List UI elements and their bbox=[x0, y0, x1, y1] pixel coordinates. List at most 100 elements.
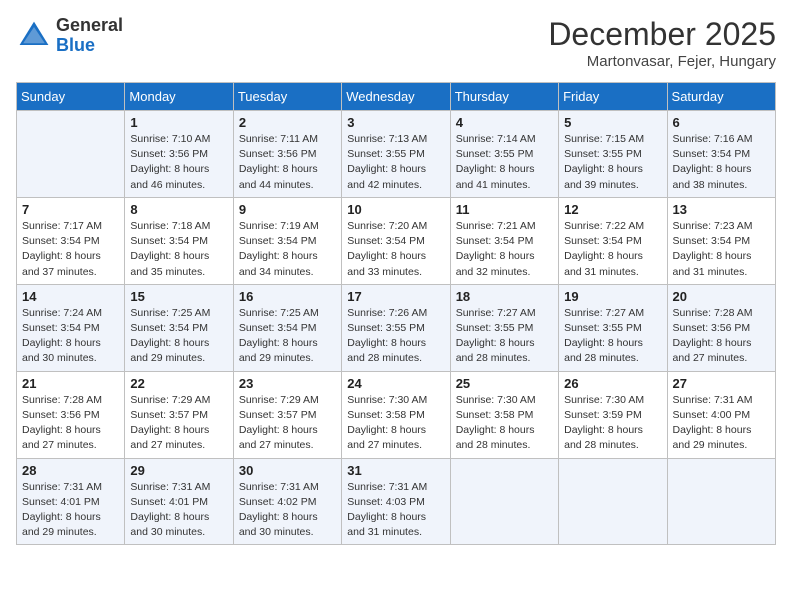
weekday-header-wednesday: Wednesday bbox=[342, 83, 450, 111]
day-detail: Sunrise: 7:30 AMSunset: 3:58 PMDaylight:… bbox=[456, 393, 553, 454]
calendar-cell: 18Sunrise: 7:27 AMSunset: 3:55 PMDayligh… bbox=[450, 284, 558, 371]
day-number: 29 bbox=[130, 463, 227, 478]
calendar-cell: 27 Sunrise: 7:31 AMSunset: 4:00 PMDayligh… bbox=[667, 371, 775, 458]
day-number: 1 bbox=[130, 115, 227, 130]
calendar-cell: 1 Sunrise: 7:10 AMSunset: 3:56 PMDaylight… bbox=[125, 111, 233, 198]
day-detail: Sunrise: 7:28 AMSunset: 3:56 PMDaylight:… bbox=[673, 306, 770, 367]
calendar-cell: 3 Sunrise: 7:13 AMSunset: 3:55 PMDaylight… bbox=[342, 111, 450, 198]
day-detail: Sunrise: 7:29 AMSunset: 3:57 PMDaylight:… bbox=[239, 393, 336, 454]
month-title: December 2025 bbox=[548, 16, 776, 53]
weekday-header-monday: Monday bbox=[125, 83, 233, 111]
calendar-table: SundayMondayTuesdayWednesdayThursdayFrid… bbox=[16, 82, 776, 545]
day-number: 14 bbox=[22, 289, 119, 304]
calendar-cell: 15 Sunrise: 7:25 AMSunset: 3:54 PMDayligh… bbox=[125, 284, 233, 371]
week-row-2: 7Sunrise: 7:17 AMSunset: 3:54 PMDaylight… bbox=[17, 197, 776, 284]
day-number: 30 bbox=[239, 463, 336, 478]
day-number: 7 bbox=[22, 202, 119, 217]
calendar-cell: 8 Sunrise: 7:18 AMSunset: 3:54 PMDaylight… bbox=[125, 197, 233, 284]
calendar-cell: 25 Sunrise: 7:30 AMSunset: 3:58 PMDayligh… bbox=[450, 371, 558, 458]
weekday-header-tuesday: Tuesday bbox=[233, 83, 341, 111]
day-number: 17 bbox=[347, 289, 444, 304]
weekday-header-thursday: Thursday bbox=[450, 83, 558, 111]
location-title: Martonvasar, Fejer, Hungary bbox=[548, 53, 776, 70]
calendar-cell: 16Sunrise: 7:25 AMSunset: 3:54 PMDayligh… bbox=[233, 284, 341, 371]
calendar-cell: 23 Sunrise: 7:29 AMSunset: 3:57 PMDayligh… bbox=[233, 371, 341, 458]
calendar-cell: 14 Sunrise: 7:24 AMSunset: 3:54 PMDayligh… bbox=[17, 284, 125, 371]
day-number: 21 bbox=[22, 376, 119, 391]
day-detail: Sunrise: 7:25 AMSunset: 3:54 PMDaylight:… bbox=[130, 306, 227, 367]
day-number: 12 bbox=[564, 202, 661, 217]
day-detail: Sunrise: 7:14 AMSunset: 3:55 PMDaylight:… bbox=[456, 132, 553, 193]
calendar-cell: 9 Sunrise: 7:19 AMSunset: 3:54 PMDaylight… bbox=[233, 197, 341, 284]
logo: General Blue bbox=[16, 16, 123, 56]
calendar-cell: 21Sunrise: 7:28 AMSunset: 3:56 PMDayligh… bbox=[17, 371, 125, 458]
calendar-cell: 10Sunrise: 7:20 AMSunset: 3:54 PMDayligh… bbox=[342, 197, 450, 284]
week-row-1: 1 Sunrise: 7:10 AMSunset: 3:56 PMDaylight… bbox=[17, 111, 776, 198]
day-number: 9 bbox=[239, 202, 336, 217]
calendar-cell: 22Sunrise: 7:29 AMSunset: 3:57 PMDayligh… bbox=[125, 371, 233, 458]
day-number: 16 bbox=[239, 289, 336, 304]
calendar-cell: 29 Sunrise: 7:31 AMSunset: 4:01 PMDayligh… bbox=[125, 458, 233, 545]
day-detail: Sunrise: 7:30 AMSunset: 3:59 PMDaylight:… bbox=[564, 393, 661, 454]
day-number: 8 bbox=[130, 202, 227, 217]
day-detail: Sunrise: 7:19 AMSunset: 3:54 PMDaylight:… bbox=[239, 219, 336, 280]
day-number: 27 bbox=[673, 376, 770, 391]
calendar-cell: 17 Sunrise: 7:26 AMSunset: 3:55 PMDayligh… bbox=[342, 284, 450, 371]
day-detail: Sunrise: 7:23 AMSunset: 3:54 PMDaylight:… bbox=[673, 219, 770, 280]
day-detail: Sunrise: 7:31 AMSunset: 4:01 PMDaylight:… bbox=[130, 480, 227, 541]
calendar-cell: 12 Sunrise: 7:22 AMSunset: 3:54 PMDayligh… bbox=[559, 197, 667, 284]
calendar-cell bbox=[667, 458, 775, 545]
day-detail: Sunrise: 7:30 AMSunset: 3:58 PMDaylight:… bbox=[347, 393, 444, 454]
day-number: 4 bbox=[456, 115, 553, 130]
calendar-cell bbox=[559, 458, 667, 545]
weekday-header-friday: Friday bbox=[559, 83, 667, 111]
title-area: December 2025 Martonvasar, Fejer, Hungar… bbox=[548, 16, 776, 70]
weekday-header-saturday: Saturday bbox=[667, 83, 775, 111]
calendar-cell: 19Sunrise: 7:27 AMSunset: 3:55 PMDayligh… bbox=[559, 284, 667, 371]
header: General Blue December 2025 Martonvasar, … bbox=[16, 16, 776, 70]
day-number: 22 bbox=[130, 376, 227, 391]
day-detail: Sunrise: 7:27 AMSunset: 3:55 PMDaylight:… bbox=[456, 306, 553, 367]
day-number: 6 bbox=[673, 115, 770, 130]
day-number: 3 bbox=[347, 115, 444, 130]
day-number: 25 bbox=[456, 376, 553, 391]
day-detail: Sunrise: 7:10 AMSunset: 3:56 PMDaylight:… bbox=[130, 132, 227, 193]
calendar-cell: 2Sunrise: 7:11 AMSunset: 3:56 PMDaylight… bbox=[233, 111, 341, 198]
day-number: 10 bbox=[347, 202, 444, 217]
calendar-cell: 6 Sunrise: 7:16 AMSunset: 3:54 PMDaylight… bbox=[667, 111, 775, 198]
day-number: 13 bbox=[673, 202, 770, 217]
day-number: 31 bbox=[347, 463, 444, 478]
day-detail: Sunrise: 7:24 AMSunset: 3:54 PMDaylight:… bbox=[22, 306, 119, 367]
weekday-header-sunday: Sunday bbox=[17, 83, 125, 111]
calendar-cell: 13 Sunrise: 7:23 AMSunset: 3:54 PMDayligh… bbox=[667, 197, 775, 284]
day-number: 11 bbox=[456, 202, 553, 217]
calendar-cell: 28 Sunrise: 7:31 AMSunset: 4:01 PMDayligh… bbox=[17, 458, 125, 545]
day-detail: Sunrise: 7:13 AMSunset: 3:55 PMDaylight:… bbox=[347, 132, 444, 193]
day-number: 24 bbox=[347, 376, 444, 391]
week-row-4: 21Sunrise: 7:28 AMSunset: 3:56 PMDayligh… bbox=[17, 371, 776, 458]
day-detail: Sunrise: 7:31 AMSunset: 4:03 PMDaylight:… bbox=[347, 480, 444, 541]
calendar-cell: 5Sunrise: 7:15 AMSunset: 3:55 PMDaylight… bbox=[559, 111, 667, 198]
calendar-cell: 7Sunrise: 7:17 AMSunset: 3:54 PMDaylight… bbox=[17, 197, 125, 284]
calendar-cell: 30Sunrise: 7:31 AMSunset: 4:02 PMDayligh… bbox=[233, 458, 341, 545]
day-number: 28 bbox=[22, 463, 119, 478]
day-detail: Sunrise: 7:16 AMSunset: 3:54 PMDaylight:… bbox=[673, 132, 770, 193]
day-detail: Sunrise: 7:31 AMSunset: 4:00 PMDaylight:… bbox=[673, 393, 770, 454]
day-number: 19 bbox=[564, 289, 661, 304]
day-number: 15 bbox=[130, 289, 227, 304]
day-detail: Sunrise: 7:22 AMSunset: 3:54 PMDaylight:… bbox=[564, 219, 661, 280]
week-row-5: 28 Sunrise: 7:31 AMSunset: 4:01 PMDayligh… bbox=[17, 458, 776, 545]
calendar-cell: 4 Sunrise: 7:14 AMSunset: 3:55 PMDaylight… bbox=[450, 111, 558, 198]
day-number: 23 bbox=[239, 376, 336, 391]
day-detail: Sunrise: 7:26 AMSunset: 3:55 PMDaylight:… bbox=[347, 306, 444, 367]
calendar-cell: 26 Sunrise: 7:30 AMSunset: 3:59 PMDayligh… bbox=[559, 371, 667, 458]
calendar-cell bbox=[450, 458, 558, 545]
logo-text: General Blue bbox=[56, 16, 123, 56]
day-detail: Sunrise: 7:31 AMSunset: 4:01 PMDaylight:… bbox=[22, 480, 119, 541]
day-detail: Sunrise: 7:11 AMSunset: 3:56 PMDaylight:… bbox=[239, 132, 336, 193]
day-number: 20 bbox=[673, 289, 770, 304]
calendar-cell: 20 Sunrise: 7:28 AMSunset: 3:56 PMDayligh… bbox=[667, 284, 775, 371]
day-detail: Sunrise: 7:15 AMSunset: 3:55 PMDaylight:… bbox=[564, 132, 661, 193]
day-detail: Sunrise: 7:18 AMSunset: 3:54 PMDaylight:… bbox=[130, 219, 227, 280]
day-number: 26 bbox=[564, 376, 661, 391]
